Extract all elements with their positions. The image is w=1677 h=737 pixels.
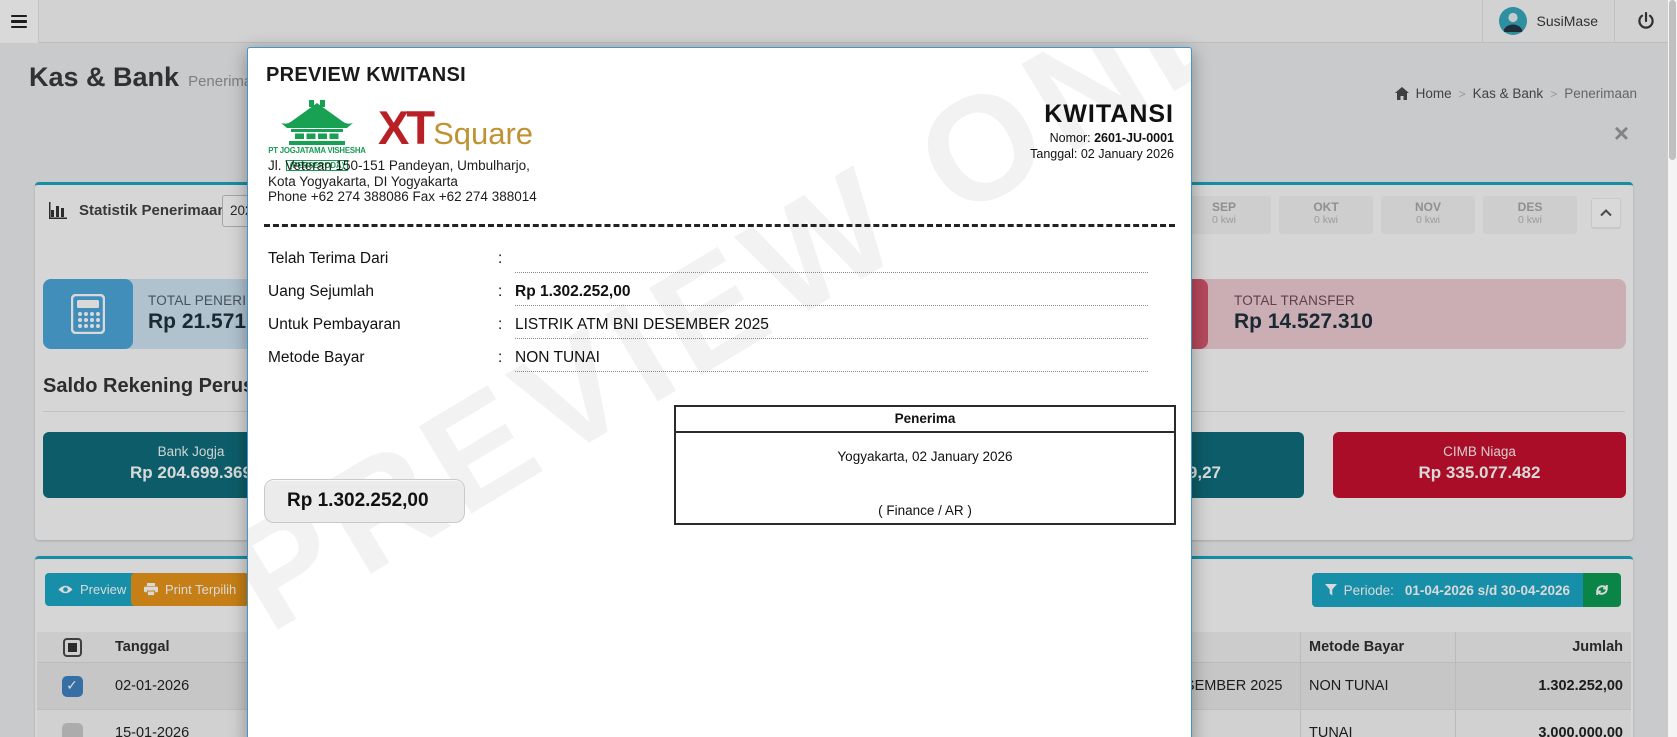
field-telah-terima-dari: Telah Terima Dari : — [268, 244, 1173, 277]
penerima-box: Penerima Yogyakarta, 02 January 2026 ( F… — [674, 405, 1176, 525]
penerima-city-date: Yogyakarta, 02 January 2026 — [676, 449, 1174, 464]
kwitansi-tanggal: 02 January 2026 — [1081, 147, 1174, 161]
kwitansi-nomor: 2601-JU-0001 — [1094, 131, 1174, 145]
scrollbar-track[interactable] — [1668, 0, 1677, 737]
kwitansi-fields: Telah Terima Dari : Uang Sejumlah : Rp 1… — [268, 244, 1173, 376]
joglo-roof-icon — [280, 100, 354, 145]
company-address: Jl. Veteran 150-151 Pandeyan, Umbulharjo… — [268, 158, 537, 205]
field-untuk-pembayaran: Untuk Pembayaran : LISTRIK ATM BNI DESEM… — [268, 310, 1173, 343]
kwitansi-header: KWITANSI Nomor: 2601-JU-0001 Tanggal: 02… — [1030, 100, 1174, 161]
scrollbar-thumb[interactable] — [1669, 0, 1676, 160]
field-uang-sejumlah: Uang Sejumlah : Rp 1.302.252,00 — [268, 277, 1173, 310]
penerima-signer: ( Finance / AR ) — [676, 503, 1174, 518]
field-metode-bayar: Metode Bayar : NON TUNAI — [268, 343, 1173, 376]
xt-square-logo: XTSquare — [378, 100, 533, 155]
dashed-divider — [264, 224, 1175, 227]
amount-badge: Rp 1.302.252,00 — [264, 479, 465, 523]
modal-title: PREVIEW KWITANSI — [266, 64, 466, 87]
preview-kwitansi-modal: PREVIEW ONLY PREVIEW KWITANSI PT JOGJATA… — [247, 47, 1192, 737]
